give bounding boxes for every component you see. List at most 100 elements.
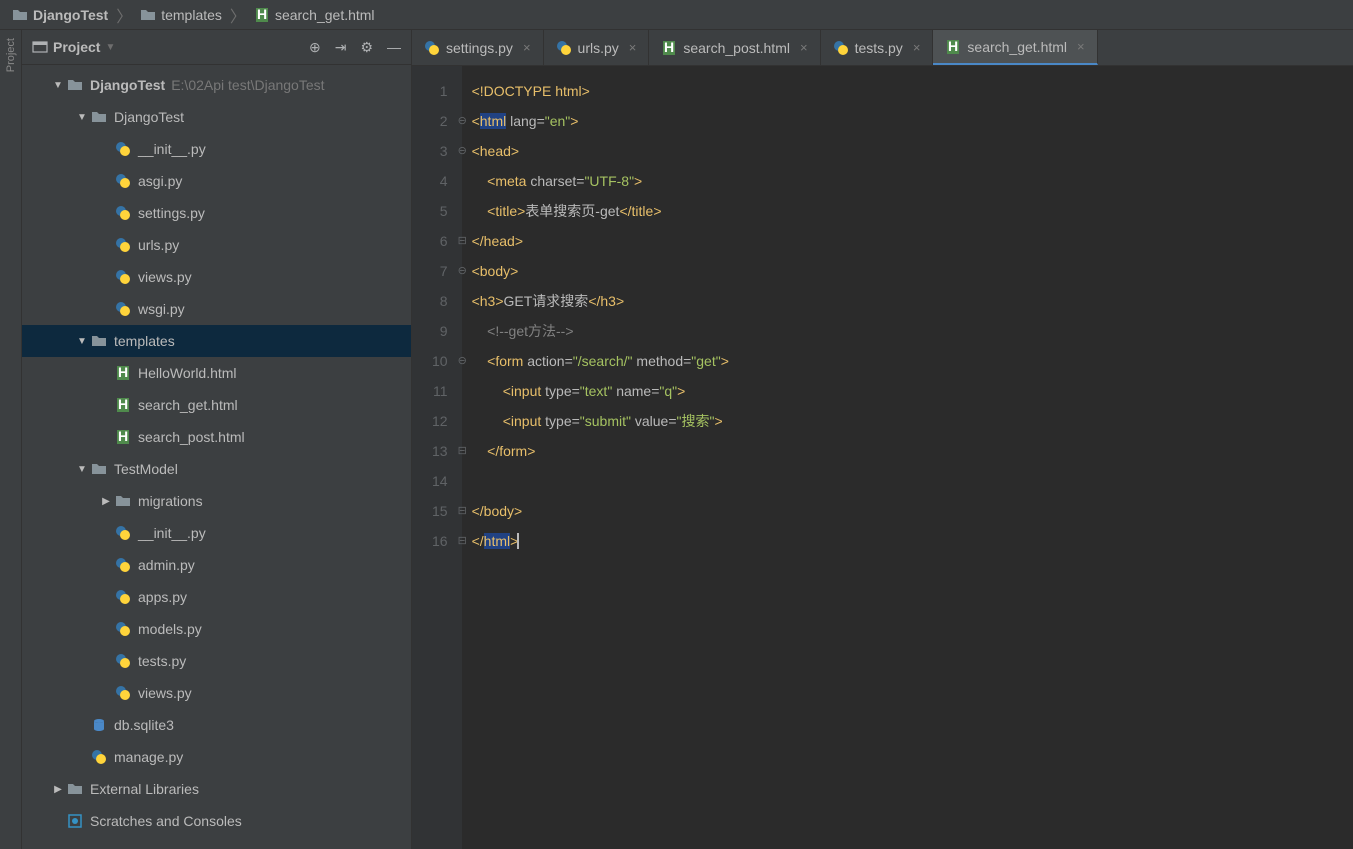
- gear-icon[interactable]: ⚙: [360, 39, 373, 56]
- code-line[interactable]: <title>表单搜索页-get</title>: [472, 196, 729, 226]
- tree-row[interactable]: Hsearch_post.html: [22, 421, 411, 453]
- db-icon: [90, 716, 108, 734]
- tree-row[interactable]: views.py: [22, 677, 411, 709]
- close-icon[interactable]: ×: [800, 40, 808, 55]
- tree-row[interactable]: ▼ DjangoTest: [22, 101, 411, 133]
- line-number: 5: [432, 196, 448, 226]
- close-icon[interactable]: ×: [629, 40, 637, 55]
- py-icon: [114, 652, 132, 670]
- tree-arrow-icon[interactable]: ▼: [50, 80, 66, 91]
- hide-icon[interactable]: —: [387, 39, 401, 56]
- tree-arrow-icon[interactable]: ▶: [98, 496, 114, 507]
- lib-icon: [66, 780, 84, 798]
- code-line[interactable]: <!DOCTYPE html>: [472, 76, 729, 106]
- project-tool-label[interactable]: Project: [5, 38, 17, 72]
- tree-row[interactable]: apps.py: [22, 581, 411, 613]
- code-line[interactable]: ⊟</html>: [472, 526, 729, 556]
- tree-row[interactable]: models.py: [22, 613, 411, 645]
- editor-tab[interactable]: urls.py×: [544, 30, 650, 65]
- py-icon: [114, 236, 132, 254]
- breadcrumb: DjangoTest〉 templates〉H search_get.html: [0, 0, 1353, 30]
- tree-hint: E:\02Api test\DjangoTest: [171, 77, 324, 93]
- folder-icon: [114, 492, 132, 510]
- fold-icon[interactable]: ⊖: [458, 256, 467, 286]
- code-line[interactable]: <input type="text" name="q">: [472, 376, 729, 406]
- tree-row[interactable]: views.py: [22, 261, 411, 293]
- tree-row[interactable]: urls.py: [22, 229, 411, 261]
- code-line[interactable]: <h3>GET请求搜索</h3>: [472, 286, 729, 316]
- fold-icon[interactable]: ⊟: [458, 436, 467, 466]
- code-line[interactable]: <input type="submit" value="搜索">: [472, 406, 729, 436]
- tree-label: HelloWorld.html: [138, 365, 237, 381]
- fold-icon[interactable]: ⊖: [458, 136, 467, 166]
- tree-arrow-icon[interactable]: ▼: [74, 464, 90, 475]
- line-number: 1: [432, 76, 448, 106]
- breadcrumb-item[interactable]: DjangoTest: [8, 5, 112, 25]
- code-line[interactable]: ⊟ </form>: [472, 436, 729, 466]
- fold-icon[interactable]: ⊟: [458, 226, 467, 256]
- close-icon[interactable]: ×: [1077, 39, 1085, 54]
- fold-icon[interactable]: ⊖: [458, 106, 467, 136]
- tree-label: DjangoTest: [90, 77, 165, 93]
- tree-label: DjangoTest: [114, 109, 184, 125]
- tree-arrow-icon[interactable]: ▶: [50, 784, 66, 795]
- tree-label: db.sqlite3: [114, 717, 174, 733]
- code-line[interactable]: ⊟</head>: [472, 226, 729, 256]
- editor-tab[interactable]: Hsearch_get.html×: [933, 30, 1097, 65]
- tree-row[interactable]: wsgi.py: [22, 293, 411, 325]
- fold-icon[interactable]: ⊟: [458, 496, 467, 526]
- editor-tab[interactable]: Hsearch_post.html×: [649, 30, 820, 65]
- tree-label: admin.py: [138, 557, 195, 573]
- code-line[interactable]: <!--get方法-->: [472, 316, 729, 346]
- tab-label: search_post.html: [683, 40, 790, 56]
- close-icon[interactable]: ×: [523, 40, 531, 55]
- editor-tab[interactable]: tests.py×: [821, 30, 934, 65]
- tree-row[interactable]: Hsearch_get.html: [22, 389, 411, 421]
- code-line[interactable]: ⊟</body>: [472, 496, 729, 526]
- code-line[interactable]: <meta charset="UTF-8">: [472, 166, 729, 196]
- code-line[interactable]: ⊖<head>: [472, 136, 729, 166]
- close-icon[interactable]: ×: [913, 40, 921, 55]
- svg-text:H: H: [118, 397, 128, 412]
- code-line[interactable]: ⊖<html lang="en">: [472, 106, 729, 136]
- tree-row[interactable]: asgi.py: [22, 165, 411, 197]
- tree-row[interactable]: ▼ TestModel: [22, 453, 411, 485]
- editor-tab[interactable]: settings.py×: [412, 30, 544, 65]
- project-tree[interactable]: ▼ DjangoTest E:\02Api test\DjangoTest ▼ Djan…: [22, 65, 411, 849]
- collapse-all-icon[interactable]: ⇥: [335, 39, 347, 56]
- html-icon: H: [945, 38, 961, 55]
- tree-row[interactable]: Scratches and Consoles: [22, 805, 411, 837]
- project-view-selector[interactable]: Project ▼: [32, 39, 309, 55]
- locate-icon[interactable]: ⊕: [309, 39, 321, 56]
- tree-label: templates: [114, 333, 175, 349]
- tree-row[interactable]: ▶External Libraries: [22, 773, 411, 805]
- code-editor[interactable]: 12345678910111213141516 <!DOCTYPE html>⊖…: [412, 66, 1353, 849]
- code-line[interactable]: ⊖ <form action="/search/" method="get">: [472, 346, 729, 376]
- tree-row[interactable]: admin.py: [22, 549, 411, 581]
- tree-label: manage.py: [114, 749, 183, 765]
- folder-icon: [66, 76, 84, 94]
- tree-row[interactable]: ▼ templates: [22, 325, 411, 357]
- tree-row[interactable]: ▶migrations: [22, 485, 411, 517]
- breadcrumb-item[interactable]: H search_get.html: [250, 5, 379, 25]
- code-line[interactable]: [472, 466, 729, 496]
- tree-row[interactable]: ▼ DjangoTest E:\02Api test\DjangoTest: [22, 69, 411, 101]
- breadcrumb-item[interactable]: templates: [136, 5, 226, 25]
- tree-arrow-icon[interactable]: ▼: [74, 112, 90, 123]
- py-icon: [114, 300, 132, 318]
- tree-row[interactable]: HHelloWorld.html: [22, 357, 411, 389]
- tree-label: TestModel: [114, 461, 178, 477]
- tree-row[interactable]: __init__.py: [22, 133, 411, 165]
- py-icon: [114, 620, 132, 638]
- fold-icon[interactable]: ⊟: [458, 526, 467, 556]
- tree-row[interactable]: tests.py: [22, 645, 411, 677]
- tree-row[interactable]: settings.py: [22, 197, 411, 229]
- tree-arrow-icon[interactable]: ▼: [74, 336, 90, 347]
- tree-row[interactable]: manage.py: [22, 741, 411, 773]
- tree-row[interactable]: db.sqlite3: [22, 709, 411, 741]
- fold-icon[interactable]: ⊖: [458, 346, 467, 376]
- code-line[interactable]: ⊖<body>: [472, 256, 729, 286]
- line-number: 10: [432, 346, 448, 376]
- tree-row[interactable]: __init__.py: [22, 517, 411, 549]
- py-icon: [114, 684, 132, 702]
